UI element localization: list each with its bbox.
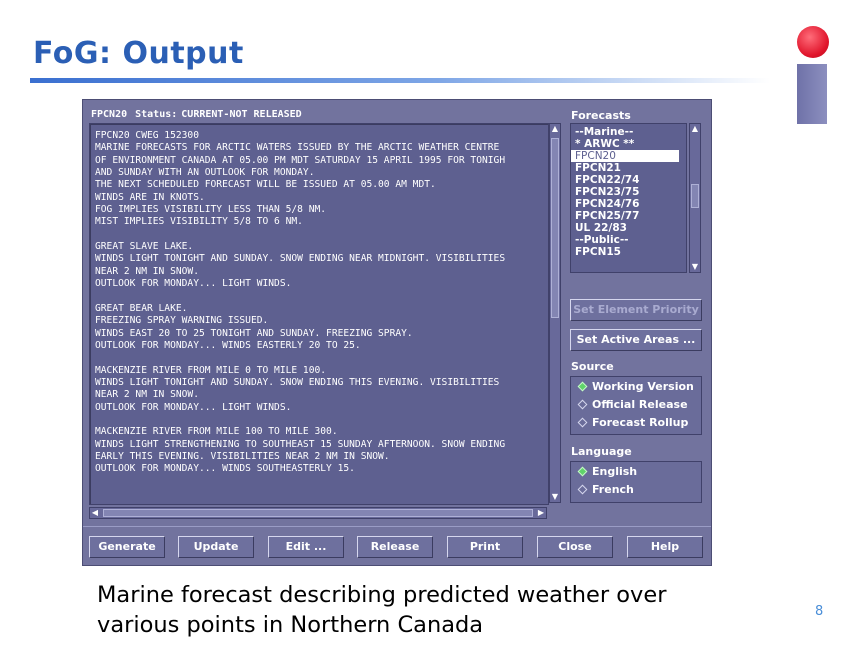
forecasts-label: Forecasts bbox=[571, 109, 631, 122]
hscroll-thumb[interactable] bbox=[103, 509, 533, 517]
forecast-item[interactable]: FPCN22/74 bbox=[571, 174, 686, 186]
close-button[interactable]: Close bbox=[537, 536, 613, 558]
source-option-working-version[interactable]: Working Version bbox=[571, 378, 701, 396]
list-scroll-thumb[interactable] bbox=[691, 184, 699, 208]
radio-label: Official Release bbox=[592, 398, 688, 411]
generate-button[interactable]: Generate bbox=[89, 536, 165, 558]
forecast-item[interactable]: FPCN24/76 bbox=[571, 198, 686, 210]
source-label: Source bbox=[571, 360, 614, 373]
status-label: Status: bbox=[135, 109, 178, 120]
forecast-item[interactable]: --Public-- bbox=[571, 234, 686, 246]
scroll-thumb[interactable] bbox=[551, 138, 559, 318]
radio-label: French bbox=[592, 483, 634, 496]
radio-unselected-icon[interactable] bbox=[577, 417, 588, 428]
forecasts-scrollbar[interactable]: ▲ ▼ bbox=[689, 123, 701, 273]
forecast-item[interactable]: FPCN21 bbox=[571, 162, 686, 174]
scroll-right-arrow-icon[interactable]: ▶ bbox=[536, 508, 546, 518]
radio-label: Forecast Rollup bbox=[592, 416, 689, 429]
product-id: FPCN20 bbox=[91, 109, 128, 120]
logo-dot bbox=[797, 26, 829, 58]
language-option-english[interactable]: English bbox=[571, 463, 701, 481]
forecast-item[interactable]: FPCN25/77 bbox=[571, 210, 686, 222]
caption-line-2: various points in Northern Canada bbox=[97, 612, 484, 638]
language-label: Language bbox=[571, 445, 632, 458]
title-underline bbox=[30, 78, 770, 83]
source-radio-group: Working Version Official Release Forecas… bbox=[570, 376, 702, 435]
forecast-text[interactable]: FPCN20 CWEG 152300 MARINE FORECASTS FOR … bbox=[90, 124, 547, 500]
edit-button[interactable]: Edit ... bbox=[268, 536, 344, 558]
scroll-left-arrow-icon[interactable]: ◀ bbox=[90, 508, 100, 518]
language-radio-group: English French bbox=[570, 461, 702, 503]
text-vertical-scrollbar[interactable]: ▲ ▼ bbox=[549, 123, 561, 503]
forecast-item[interactable]: UL 22/83 bbox=[571, 222, 686, 234]
set-element-priority-button[interactable]: Set Element Priority ... bbox=[570, 299, 702, 336]
update-button[interactable]: Update bbox=[178, 536, 254, 558]
logo-stem bbox=[797, 64, 827, 124]
forecasts-list[interactable]: --Marine-- * ARWC ** FPCN20 FPCN21 FPCN2… bbox=[570, 123, 687, 273]
fog-output-window: FPCN20 Status: CURRENT-NOT RELEASED FPCN20… bbox=[82, 99, 712, 566]
radio-label: English bbox=[592, 465, 638, 478]
status-value: CURRENT-NOT RELEASED bbox=[181, 109, 302, 120]
radio-selected-icon[interactable] bbox=[577, 381, 588, 392]
caption-line-1: Marine forecast describing predicted wea… bbox=[97, 582, 667, 608]
status-bar: FPCN20 Status: CURRENT-NOT RELEASED bbox=[91, 109, 310, 120]
scroll-down-arrow-icon[interactable]: ▼ bbox=[550, 492, 560, 502]
print-button[interactable]: Print bbox=[447, 536, 523, 558]
source-option-official-release[interactable]: Official Release bbox=[571, 396, 701, 414]
radio-unselected-icon[interactable] bbox=[577, 484, 588, 495]
forecast-text-area[interactable]: FPCN20 CWEG 152300 MARINE FORECASTS FOR … bbox=[89, 123, 549, 505]
forecast-item-selected[interactable]: FPCN20 bbox=[571, 150, 679, 162]
bottom-button-bar: Generate Update Edit ... Release Print C… bbox=[83, 526, 711, 566]
forecast-item[interactable]: FPCN23/75 bbox=[571, 186, 686, 198]
radio-unselected-icon[interactable] bbox=[577, 399, 588, 410]
text-horizontal-scrollbar[interactable]: ◀ ▶ bbox=[89, 507, 547, 519]
slide-caption: Marine forecast describing predicted wea… bbox=[97, 580, 666, 640]
page-number: 8 bbox=[815, 604, 824, 619]
help-button[interactable]: Help bbox=[627, 536, 703, 558]
forecast-item[interactable]: --Marine-- bbox=[571, 126, 686, 138]
radio-label: Working Version bbox=[592, 380, 694, 393]
release-button[interactable]: Release bbox=[357, 536, 433, 558]
list-scroll-up-icon[interactable]: ▲ bbox=[690, 124, 700, 134]
language-option-french[interactable]: French bbox=[571, 481, 701, 499]
forecast-item[interactable]: * ARWC ** bbox=[571, 138, 686, 150]
slide-title: FoG: Output bbox=[33, 36, 244, 71]
source-option-forecast-rollup[interactable]: Forecast Rollup bbox=[571, 414, 701, 432]
list-scroll-down-icon[interactable]: ▼ bbox=[690, 262, 700, 272]
set-active-areas-button[interactable]: Set Active Areas ... bbox=[570, 329, 702, 351]
logo-i-icon bbox=[796, 26, 832, 126]
scroll-up-arrow-icon[interactable]: ▲ bbox=[550, 124, 560, 134]
radio-selected-icon[interactable] bbox=[577, 466, 588, 477]
forecast-item[interactable]: FPCN15 bbox=[571, 246, 686, 258]
